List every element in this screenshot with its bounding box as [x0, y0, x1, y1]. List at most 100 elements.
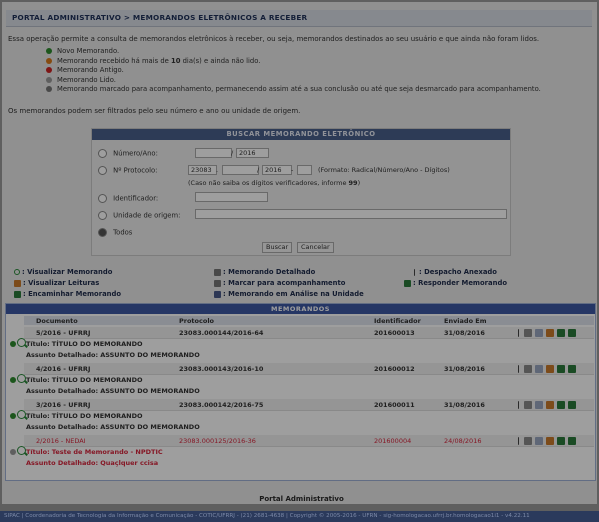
cell-documento: 3/2016 - UFRRJ: [36, 401, 91, 409]
attachment-icon: [414, 268, 417, 276]
memorandos-header: Memorandos: [6, 304, 595, 314]
reply-icon: [404, 279, 411, 287]
numero-year-input[interactable]: 2016: [236, 148, 269, 158]
flag-icon: [214, 279, 221, 287]
row-actions: [518, 365, 579, 373]
readings-icon[interactable]: [546, 437, 554, 445]
dot-sep: .: [216, 166, 219, 174]
action-visualizar-leituras: : Visualizar Leituras: [14, 279, 99, 287]
forward-icon[interactable]: [568, 437, 576, 445]
assunto-row: Assunto Detalhado: ASSUNTO DO MEMORANDO: [24, 386, 594, 396]
readings-icon[interactable]: [546, 401, 554, 409]
attachment-icon[interactable]: [518, 437, 521, 445]
cell-identificador: 201600012: [374, 365, 415, 373]
todos-row: Todos: [98, 228, 132, 237]
reply-icon[interactable]: [557, 437, 565, 445]
assunto-row: Assunto Detalhado: ASSUNTO DO MEMORANDO: [24, 422, 594, 432]
document-detail-icon[interactable]: [535, 437, 543, 445]
identificador-radio[interactable]: [98, 194, 107, 203]
cell-documento: 5/2016 - UFRRJ: [36, 329, 91, 337]
page-title: Portal Administrativo > Memorandos Eletr…: [12, 13, 308, 22]
footer-portal: Portal Administrativo: [259, 495, 344, 503]
status-dot-icon: [10, 377, 16, 383]
numero-input[interactable]: [195, 148, 232, 158]
cancelar-button[interactable]: Cancelar: [297, 242, 334, 253]
reply-icon[interactable]: [557, 329, 565, 337]
col-enviado: Enviado Em: [444, 317, 487, 325]
cell-enviado: 31/08/2016: [444, 329, 485, 337]
prot-format-hint: (Formato: Radical/Número/Ano - Dígitos): [318, 166, 450, 174]
memorando-record: 4/2016 - UFRRJ 23083.000143/2016-10 201600…: [6, 363, 595, 399]
status-dot-icon: [46, 76, 52, 83]
assunto-row: Assunto Detalhado: Quaçlquer ccisa: [24, 458, 594, 468]
search-panel: Buscar Memorando Eletrônico Número/Ano: …: [91, 128, 511, 256]
legend-item: Novo Memorando.: [46, 47, 541, 57]
col-identificador: Identificador: [374, 317, 421, 325]
flag-icon[interactable]: [524, 329, 532, 337]
memorando-record: 2/2016 - NEDAI 23083.000125/2016-36 201600…: [6, 435, 595, 471]
document-detail-icon[interactable]: [535, 329, 543, 337]
identificador-label: Identificador:: [113, 194, 159, 203]
titulo-row: Título: Teste de Memorando - NPDTIC: [24, 447, 594, 457]
prot-digits-input[interactable]: [297, 165, 312, 175]
row-actions: [518, 329, 579, 337]
cell-identificador: 201600011: [374, 401, 415, 409]
reply-icon[interactable]: [557, 401, 565, 409]
attachment-icon[interactable]: [518, 365, 521, 373]
attachment-icon[interactable]: [518, 329, 521, 337]
identificador-input[interactable]: [195, 192, 268, 202]
cell-protocolo: 23083.000143/2016-10: [179, 365, 264, 373]
assunto-row: Assunto Detalhado: ASSUNTO DO MEMORANDO: [24, 350, 594, 360]
status-dot-icon: [10, 449, 16, 455]
identificador-row: Identificador:: [98, 194, 158, 203]
protocolo-radio[interactable]: [98, 166, 107, 175]
legend-text: Memorando marcado para acompanhamento, p…: [57, 85, 541, 93]
slash-1: /: [231, 149, 234, 157]
status-dot-icon: [10, 413, 16, 419]
assunto-text: Assunto Detalhado: ASSUNTO DO MEMORANDO: [26, 423, 200, 431]
cell-enviado: 24/08/2016: [444, 437, 482, 445]
readings-icon[interactable]: [546, 365, 554, 373]
numero-row: Número/Ano:: [98, 149, 158, 158]
prot-radical-input[interactable]: 23083: [188, 165, 217, 175]
cell-protocolo: 23083.000125/2016-36: [179, 437, 256, 445]
table-row: 2/2016 - NEDAI 23083.000125/2016-36 201600…: [24, 435, 594, 447]
prot-digits-hint: (Caso não saiba os dígitos verificadores…: [188, 179, 361, 187]
legend-text: Memorando Lido.: [57, 75, 116, 84]
unidade-radio[interactable]: [98, 211, 107, 220]
forward-icon: [14, 290, 21, 298]
memorandos-panel: Memorandos Documento Protocolo Identific…: [5, 303, 596, 481]
readings-icon: [14, 279, 21, 287]
col-documento: Documento: [36, 317, 78, 325]
titulo-row: Título: TÍTULO DO MEMORANDO: [24, 411, 594, 421]
reply-icon[interactable]: [557, 365, 565, 373]
action-visualizar-memorando: : Visualizar Memorando: [14, 268, 112, 276]
document-detail-icon[interactable]: [535, 365, 543, 373]
forward-icon[interactable]: [568, 329, 576, 337]
action-despacho-anexado: : Despacho Anexado: [414, 268, 497, 276]
readings-icon[interactable]: [546, 329, 554, 337]
prot-year-input[interactable]: 2016: [262, 165, 292, 175]
numero-radio[interactable]: [98, 149, 107, 158]
page: Portal Administrativo > Memorandos Eletr…: [0, 0, 599, 522]
unidade-label: Unidade de origem:: [113, 211, 181, 220]
flag-icon[interactable]: [524, 365, 532, 373]
memorando-record: 3/2016 - UFRRJ 23083.000142/2016-75 201600…: [6, 399, 595, 435]
assunto-text: Assunto Detalhado: ASSUNTO DO MEMORANDO: [26, 387, 200, 395]
titulo-text: Título: TÍTULO DO MEMORANDO: [26, 376, 143, 384]
titulo-text: Título: TÍTULO DO MEMORANDO: [26, 412, 143, 420]
unidade-input[interactable]: [195, 209, 507, 219]
magnifier-icon: [14, 269, 20, 275]
attachment-icon[interactable]: [518, 401, 521, 409]
buscar-button[interactable]: Buscar: [262, 242, 293, 253]
flag-icon[interactable]: [524, 437, 532, 445]
document-detail-icon[interactable]: [535, 401, 543, 409]
col-protocolo: Protocolo: [179, 317, 215, 325]
prot-number-input[interactable]: [222, 165, 259, 175]
flag-icon: [46, 86, 52, 92]
forward-icon[interactable]: [568, 401, 576, 409]
forward-icon[interactable]: [568, 365, 576, 373]
flag-icon[interactable]: [524, 401, 532, 409]
todos-radio[interactable]: [98, 228, 107, 237]
legend-text: Memorando Antigo.: [57, 66, 124, 74]
